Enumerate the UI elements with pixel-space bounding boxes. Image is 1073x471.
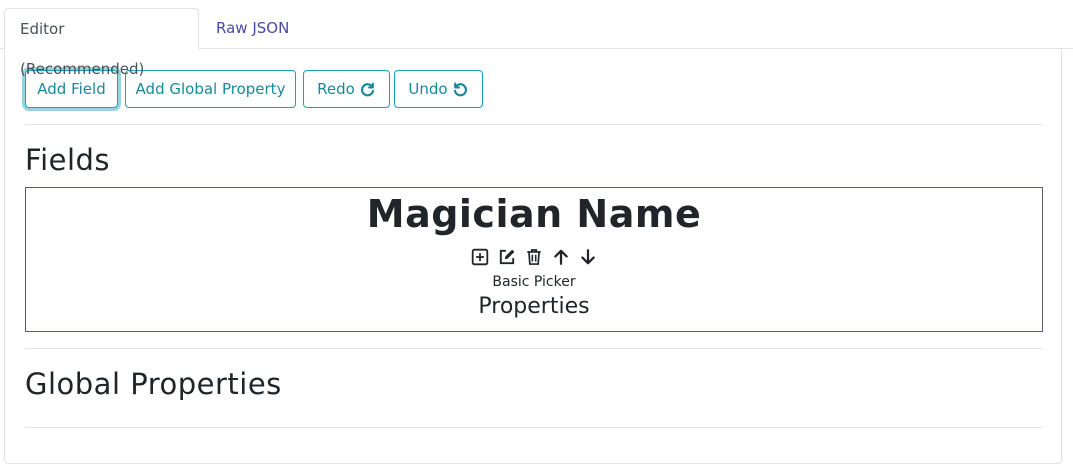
trash-icon[interactable] [525, 248, 543, 266]
field-card: Magician Name Basic Picker Properties [25, 187, 1043, 332]
field-type: Basic Picker [492, 274, 576, 290]
arrow-up-icon[interactable] [552, 248, 570, 266]
add-icon[interactable] [471, 248, 489, 266]
tab-editor[interactable]: Editor (Recommended) [4, 8, 199, 78]
tab-raw-json[interactable]: Raw JSON [202, 8, 303, 49]
redo-label: Redo [317, 80, 355, 98]
field-name: Magician Name [366, 192, 702, 236]
undo-label: Undo [408, 80, 448, 98]
fields-heading: Fields [25, 143, 111, 177]
divider-fields [25, 348, 1043, 349]
undo-icon [453, 82, 467, 97]
field-actions [26, 248, 1042, 268]
redo-icon [360, 82, 374, 97]
arrow-down-icon[interactable] [579, 248, 597, 266]
add-global-property-button[interactable]: Add Global Property [125, 70, 296, 108]
edit-icon[interactable] [498, 248, 516, 266]
tab-bar: Editor (Recommended) Raw JSON [0, 0, 1073, 78]
global-properties-heading: Global Properties [25, 367, 282, 401]
divider-global [25, 427, 1043, 428]
add-global-property-label: Add Global Property [135, 80, 286, 98]
editor-panel: Add Field Add Global Property Redo Undo … [4, 48, 1062, 464]
redo-button[interactable]: Redo [303, 70, 390, 108]
field-properties-label: Properties [478, 294, 590, 319]
undo-button[interactable]: Undo [394, 70, 483, 108]
divider-toolbar [25, 124, 1043, 125]
